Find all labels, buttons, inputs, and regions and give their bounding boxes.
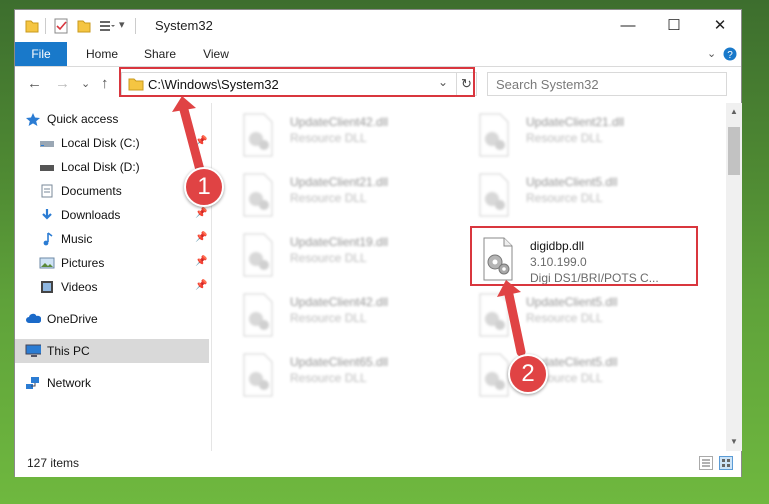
callout-badge-1: 1	[184, 167, 224, 207]
callout-badge-2: 2	[508, 354, 548, 394]
callout-arrows	[172, 96, 526, 357]
